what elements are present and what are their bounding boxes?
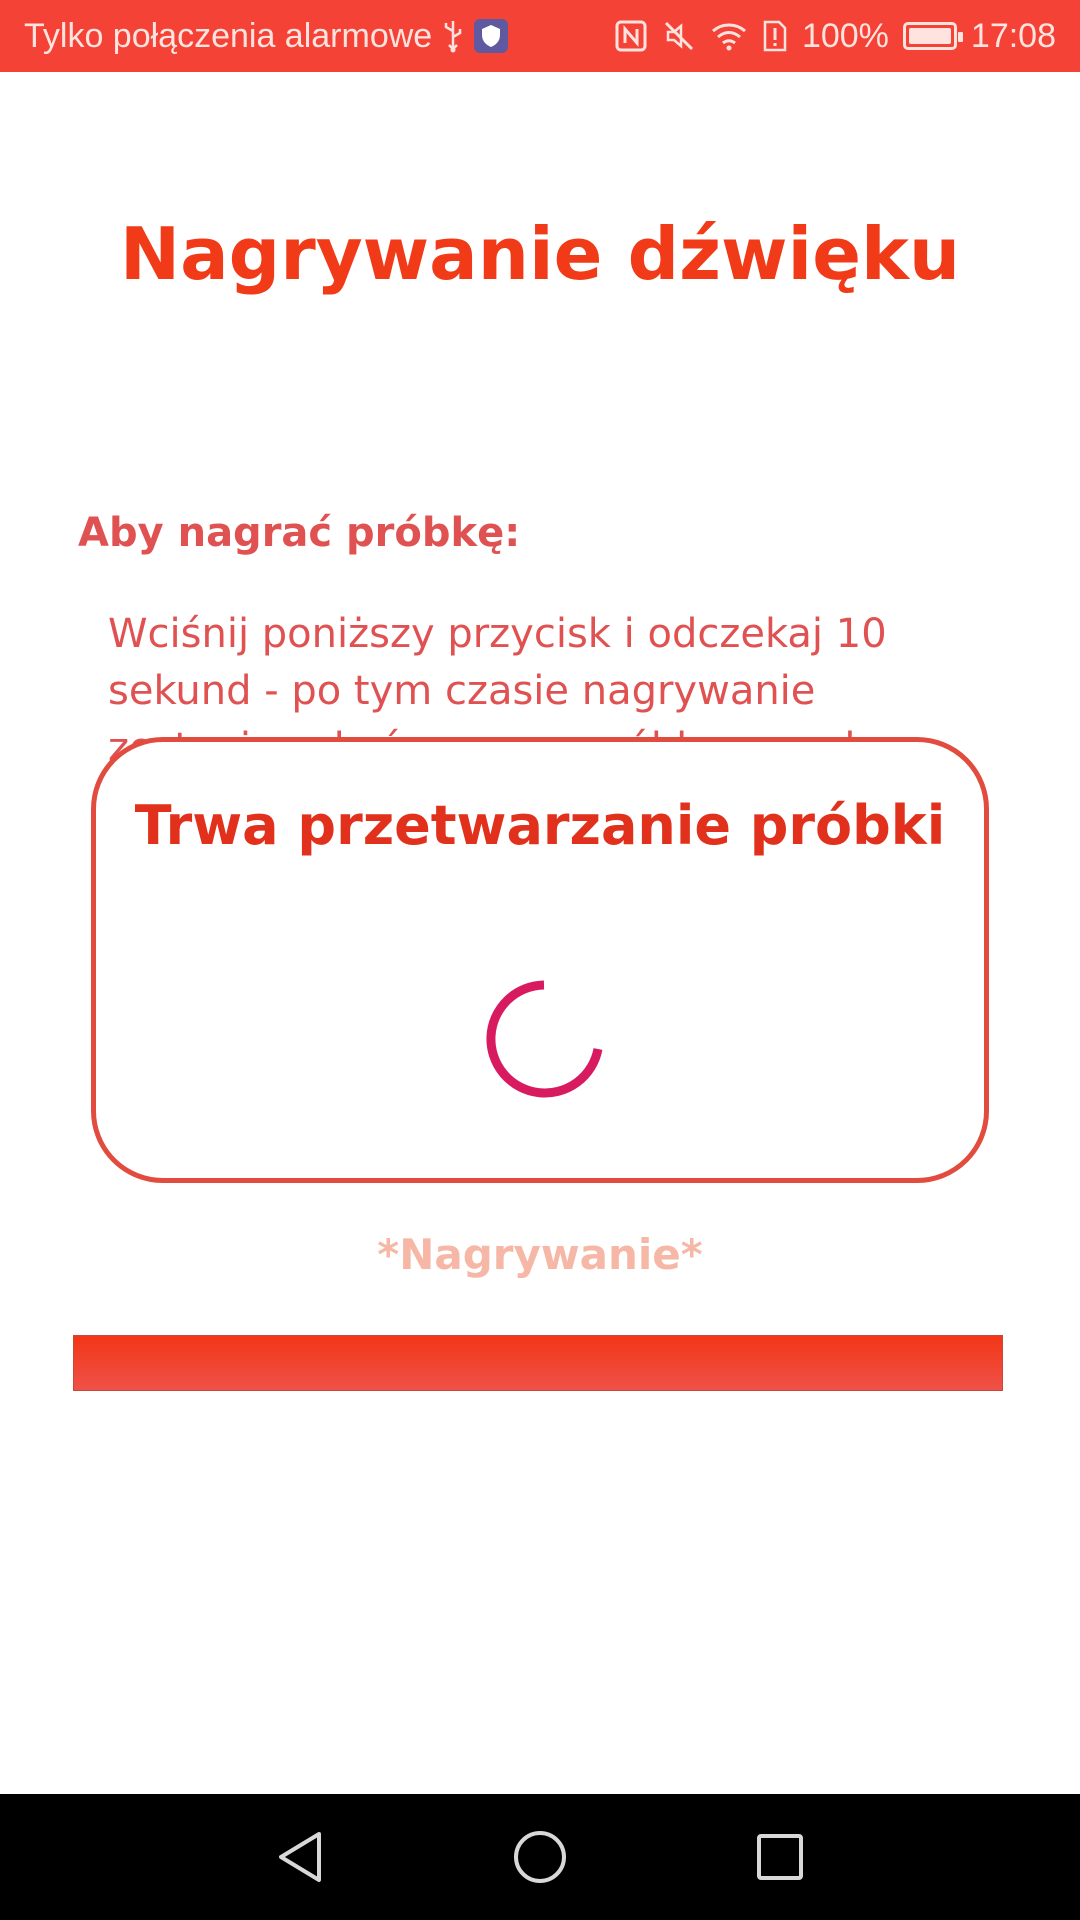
page-title: Nagrywanie dźwięku [119,212,961,296]
recording-status-label: *Nagrywanie* [377,1230,703,1279]
processing-dialog: Trwa przetwarzanie próbki [91,737,989,1183]
recents-icon[interactable] [750,1827,810,1887]
shield-icon [474,19,509,53]
dialog-title: Trwa przetwarzanie próbki [134,794,946,857]
wifi-icon [710,19,748,53]
nfc-icon [614,19,648,53]
status-bar-right: 100% 17:08 [614,0,1056,72]
instruction-heading: Aby nagrać próbkę: [78,510,521,556]
navigation-bar [0,1794,1080,1920]
back-icon[interactable] [270,1827,330,1887]
status-bar-left: Tylko połączenia alarmowe [24,0,509,72]
record-button[interactable] [73,1335,1003,1391]
sim-alert-icon [762,19,788,53]
home-icon[interactable] [510,1827,570,1887]
clock: 17:08 [970,16,1056,55]
carrier-text: Tylko połączenia alarmowe [24,16,433,55]
battery-percent: 100% [801,16,889,55]
usb-icon [442,19,464,53]
loading-spinner-icon [486,980,603,1098]
battery-charging-icon [902,22,963,50]
status-bar: Tylko połączenia alarmowe 100% 17:08 [0,0,1080,72]
mute-icon [662,19,696,53]
